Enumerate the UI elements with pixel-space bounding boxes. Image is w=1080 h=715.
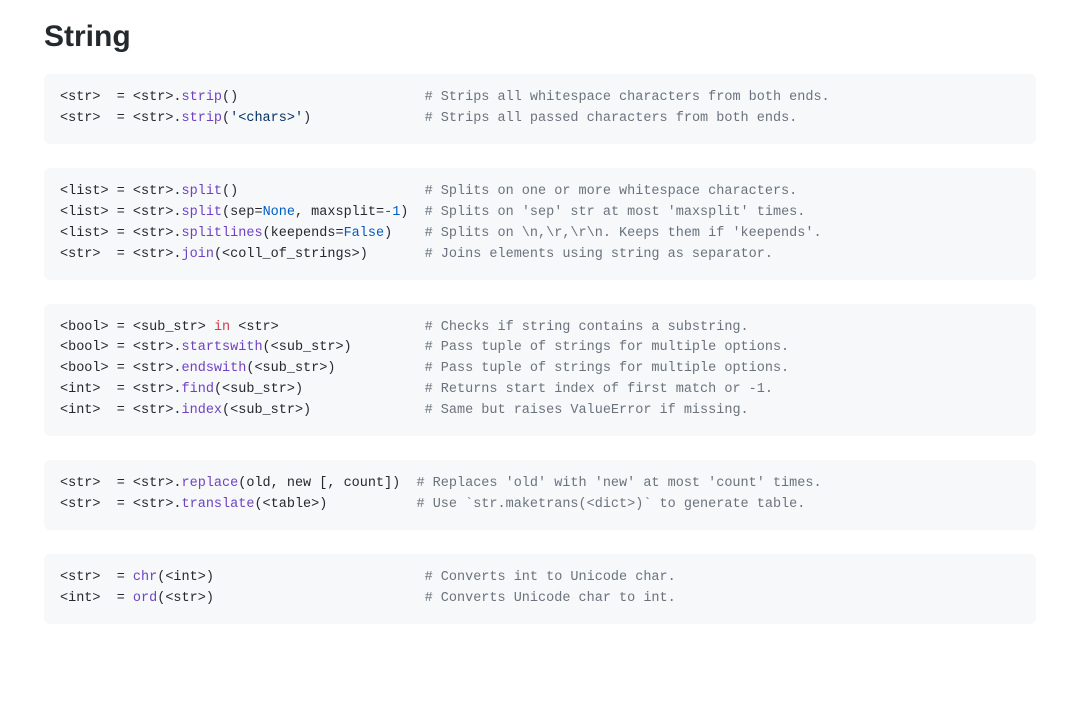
code-method: startswith bbox=[182, 340, 263, 355]
code-token: () bbox=[222, 90, 238, 105]
code-token bbox=[392, 226, 424, 241]
code-method: chr bbox=[133, 570, 157, 585]
code-content: <str> = <str>.replace(old, new [, count]… bbox=[60, 474, 1020, 516]
code-comment: # Splits on \n,\r,\r\n. Keeps them if 'k… bbox=[425, 226, 822, 241]
code-token: <list> = <str>. bbox=[60, 226, 182, 241]
code-token: (<sub_str>) bbox=[222, 403, 311, 418]
code-token: in bbox=[214, 320, 230, 335]
code-token: None bbox=[263, 205, 295, 220]
code-method: find bbox=[182, 382, 214, 397]
code-block: <str> = chr(<int>) # Converts int to Uni… bbox=[44, 554, 1036, 624]
code-content: <str> = <str>.strip() # Strips all white… bbox=[60, 88, 1020, 130]
code-token: (old, new [, count]) bbox=[238, 476, 400, 491]
code-token bbox=[279, 320, 425, 335]
code-token: () bbox=[222, 184, 238, 199]
code-block: <str> = <str>.replace(old, new [, count]… bbox=[44, 460, 1036, 530]
code-token bbox=[368, 247, 425, 262]
code-method: splitlines bbox=[182, 226, 263, 241]
code-token: , maxsplit= bbox=[295, 205, 384, 220]
code-token: <list> = <str>. bbox=[60, 205, 182, 220]
code-token: <bool> = <sub_str> bbox=[60, 320, 214, 335]
code-comment: # Same but raises ValueError if missing. bbox=[425, 403, 749, 418]
code-comment: # Converts int to Unicode char. bbox=[425, 570, 676, 585]
code-token: <bool> = <str>. bbox=[60, 361, 182, 376]
code-token bbox=[400, 476, 416, 491]
code-token: -1 bbox=[384, 205, 400, 220]
code-token bbox=[311, 111, 424, 126]
code-comment: # Replaces 'old' with 'new' at most 'cou… bbox=[416, 476, 821, 491]
code-token: <int> = <str>. bbox=[60, 382, 182, 397]
code-comment: # Pass tuple of strings for multiple opt… bbox=[425, 361, 790, 376]
code-comment: # Strips all whitespace characters from … bbox=[425, 90, 830, 105]
code-method: translate bbox=[182, 497, 255, 512]
code-token: (<sub_str>) bbox=[214, 382, 303, 397]
code-comment: # Use `str.maketrans(<dict>)` to generat… bbox=[417, 497, 806, 512]
code-token bbox=[352, 340, 425, 355]
code-comment: # Strips all passed characters from both… bbox=[425, 111, 798, 126]
code-token bbox=[238, 184, 424, 199]
code-token: <int> = bbox=[60, 591, 133, 606]
code-comment: # Checks if string contains a substring. bbox=[425, 320, 749, 335]
code-block: <bool> = <sub_str> in <str> # Checks if … bbox=[44, 304, 1036, 437]
code-token: <str> = <str>. bbox=[60, 247, 182, 262]
code-token bbox=[408, 205, 424, 220]
code-token: <str> = <str>. bbox=[60, 111, 182, 126]
code-method: split bbox=[182, 184, 223, 199]
code-token bbox=[214, 591, 425, 606]
code-method: join bbox=[182, 247, 214, 262]
code-token: <str> bbox=[230, 320, 279, 335]
code-token: (keepends= bbox=[263, 226, 344, 241]
code-token bbox=[327, 497, 416, 512]
code-token: <bool> = <str>. bbox=[60, 340, 182, 355]
code-blocks-container: <str> = <str>.strip() # Strips all white… bbox=[44, 74, 1036, 624]
code-content: <str> = chr(<int>) # Converts int to Uni… bbox=[60, 568, 1020, 610]
code-token: (<table>) bbox=[254, 497, 327, 512]
code-method: replace bbox=[182, 476, 239, 491]
code-token: <str> = <str>. bbox=[60, 90, 182, 105]
code-comment: # Converts Unicode char to int. bbox=[425, 591, 676, 606]
code-content: <list> = <str>.split() # Splits on one o… bbox=[60, 182, 1020, 266]
code-comment: # Splits on one or more whitespace chara… bbox=[425, 184, 798, 199]
code-token: (<sub_str>) bbox=[263, 340, 352, 355]
page-heading: String bbox=[44, 20, 1036, 54]
code-token bbox=[214, 570, 425, 585]
code-block: <list> = <str>.split() # Splits on one o… bbox=[44, 168, 1036, 280]
code-method: endswith bbox=[182, 361, 247, 376]
code-token: (<sub_str>) bbox=[246, 361, 335, 376]
code-token bbox=[311, 403, 424, 418]
code-token: ) bbox=[303, 111, 311, 126]
code-token: ) bbox=[384, 226, 392, 241]
code-content: <bool> = <sub_str> in <str> # Checks if … bbox=[60, 318, 1020, 423]
code-method: split bbox=[182, 205, 223, 220]
code-token: '<chars>' bbox=[230, 111, 303, 126]
code-token: (<str>) bbox=[157, 591, 214, 606]
code-comment: # Splits on 'sep' str at most 'maxsplit'… bbox=[425, 205, 806, 220]
code-token bbox=[335, 361, 424, 376]
code-token: <str> = <str>. bbox=[60, 476, 182, 491]
code-comment: # Returns start index of first match or … bbox=[425, 382, 773, 397]
code-token: False bbox=[344, 226, 385, 241]
code-token bbox=[238, 90, 424, 105]
code-token: <str> = bbox=[60, 570, 133, 585]
code-method: ord bbox=[133, 591, 157, 606]
code-token: ( bbox=[222, 111, 230, 126]
code-token: (<int>) bbox=[157, 570, 214, 585]
code-method: index bbox=[182, 403, 223, 418]
code-token: (<coll_of_strings>) bbox=[214, 247, 368, 262]
code-comment: # Pass tuple of strings for multiple opt… bbox=[425, 340, 790, 355]
code-block: <str> = <str>.strip() # Strips all white… bbox=[44, 74, 1036, 144]
code-method: strip bbox=[182, 111, 223, 126]
code-token: <list> = <str>. bbox=[60, 184, 182, 199]
code-method: strip bbox=[182, 90, 223, 105]
code-comment: # Joins elements using string as separat… bbox=[425, 247, 773, 262]
code-token: (sep= bbox=[222, 205, 263, 220]
code-token: <str> = <str>. bbox=[60, 497, 182, 512]
code-token: <int> = <str>. bbox=[60, 403, 182, 418]
code-token bbox=[303, 382, 425, 397]
